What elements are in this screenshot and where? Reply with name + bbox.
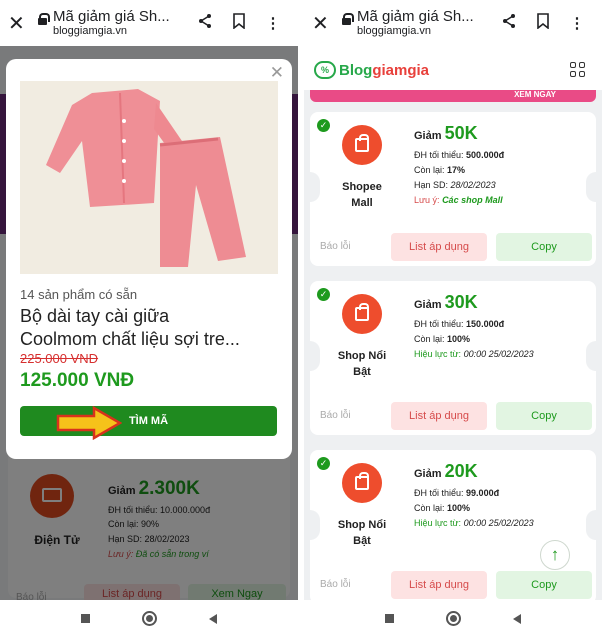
page-title: Mã giảm giá Sh... [53, 7, 170, 25]
site-logo[interactable]: % Bloggiamgia [314, 61, 429, 79]
ticket-notch [586, 510, 596, 540]
report-link[interactable]: Báo lỗi [320, 241, 351, 252]
expiry: Hạn SD: 28/02/2023 [414, 180, 496, 190]
address-box[interactable]: Mã giảm giá Sh... bloggiamgia.vn [357, 7, 492, 38]
page-url: bloggiamgia.vn [53, 25, 127, 38]
recents-button[interactable] [385, 614, 394, 623]
note: Lưu ý: Các shop Mall [414, 195, 503, 205]
product-name: Bộ dài tay cài giữa Coolmom chất liệu sợ… [20, 306, 240, 349]
site-header: % Bloggiamgia [304, 46, 602, 90]
check-icon: ✓ [317, 457, 330, 470]
close-icon[interactable]: ✕ [270, 63, 284, 83]
shop-label: Shop Nổi Bật [337, 519, 387, 547]
voucher-card: ✓ Shopee Mall Giảm 50K ĐH tối thiểu: 500… [310, 112, 596, 266]
check-icon: ✓ [317, 288, 330, 301]
copy-button[interactable]: Copy [496, 402, 592, 430]
page-title: Mã giảm giá Sh... [357, 7, 474, 25]
shopee-bag-icon [342, 125, 382, 165]
promo-banner[interactable]: XEM NGAY [310, 90, 596, 102]
android-nav-bar [304, 600, 602, 637]
recents-button[interactable] [81, 614, 90, 623]
product-image[interactable] [20, 81, 278, 274]
min-order: ĐH tối thiểu: 150.000đ [414, 319, 505, 329]
discount-value: 20K [444, 461, 478, 481]
bookmark-icon[interactable] [222, 13, 256, 33]
new-price: 125.000 VNĐ [20, 370, 135, 391]
menu-icon[interactable]: ⋮ [256, 14, 290, 32]
lock-icon [342, 12, 354, 25]
bookmark-icon[interactable] [526, 13, 560, 33]
back-button[interactable] [513, 613, 521, 624]
min-order: ĐH tối thiểu: 99.000đ [414, 488, 500, 498]
close-tab-icon[interactable]: ✕ [8, 11, 30, 36]
arrow-pointer-icon [56, 405, 123, 445]
back-button[interactable] [209, 613, 217, 624]
remaining: Còn lại: 17% [414, 165, 466, 175]
lock-icon [38, 12, 50, 25]
ticket-notch [586, 341, 596, 371]
shop-label: Shopee Mall [342, 181, 382, 209]
left-screen: ✕ Mã giảm giá Sh... bloggiamgia.vn ⋮ Điệ… [0, 0, 298, 637]
discount-label: Giảm 50K [414, 123, 478, 143]
check-icon: ✓ [317, 119, 330, 132]
discount-value: 50K [444, 123, 478, 143]
shopee-bag-icon [342, 294, 382, 334]
right-screen: ✕ Mã giảm giá Sh... bloggiamgia.vn ⋮ % B… [304, 0, 602, 637]
discount-label: Giảm 30K [414, 292, 478, 312]
shopee-bag-icon [342, 463, 382, 503]
report-link[interactable]: Báo lỗi [320, 579, 351, 590]
ticket-notch [310, 510, 320, 540]
product-modal: ✕ 14 sản phẩm có sẵn Bộ dài tay cài giữa… [6, 59, 292, 459]
list-apply-button[interactable]: List áp dụng [391, 571, 487, 599]
product-count: 14 sản phẩm có sẵn [20, 287, 138, 302]
remaining: Còn lại: 100% [414, 503, 471, 513]
report-link[interactable]: Báo lỗi [320, 410, 351, 421]
home-button[interactable] [142, 611, 157, 626]
valid-from: Hiệu lực từ: 00:00 25/02/2023 [414, 349, 534, 359]
discount-label: Giảm 20K [414, 461, 478, 481]
browser-bar: ✕ Mã giảm giá Sh... bloggiamgia.vn ⋮ [304, 0, 602, 46]
address-box[interactable]: Mã giảm giá Sh... bloggiamgia.vn [53, 7, 188, 38]
grid-menu-icon[interactable] [570, 62, 586, 78]
old-price: 225.000 VNĐ [20, 351, 99, 366]
logo-badge: % [314, 61, 336, 79]
valid-from: Hiệu lực từ: 00:00 25/02/2023 [414, 518, 534, 528]
copy-button[interactable]: Copy [496, 571, 592, 599]
banner-cta: XEM NGAY [514, 90, 556, 99]
close-tab-icon[interactable]: ✕ [312, 11, 334, 36]
scroll-top-icon[interactable]: ↑ [540, 540, 570, 570]
shop-label: Shop Nổi Bật [337, 350, 387, 378]
voucher-card: ✓ Shop Nổi Bật Giảm 20K ĐH tối thiểu: 99… [310, 450, 596, 604]
menu-icon[interactable]: ⋮ [560, 14, 594, 32]
android-nav-bar [0, 600, 298, 637]
remaining: Còn lại: 100% [414, 334, 471, 344]
page-url: bloggiamgia.vn [357, 25, 431, 38]
share-icon[interactable] [188, 13, 222, 33]
browser-bar: ✕ Mã giảm giá Sh... bloggiamgia.vn ⋮ [0, 0, 298, 46]
min-order: ĐH tối thiểu: 500.000đ [414, 150, 505, 160]
ticket-notch [310, 341, 320, 371]
list-apply-button[interactable]: List áp dụng [391, 402, 487, 430]
share-icon[interactable] [492, 13, 526, 33]
ticket-notch [586, 172, 596, 202]
list-apply-button[interactable]: List áp dụng [391, 233, 487, 261]
copy-button[interactable]: Copy [496, 233, 592, 261]
discount-value: 30K [444, 292, 478, 312]
home-button[interactable] [446, 611, 461, 626]
voucher-card: ✓ Shop Nổi Bật Giảm 30K ĐH tối thiểu: 15… [310, 281, 596, 435]
ticket-notch [310, 172, 320, 202]
